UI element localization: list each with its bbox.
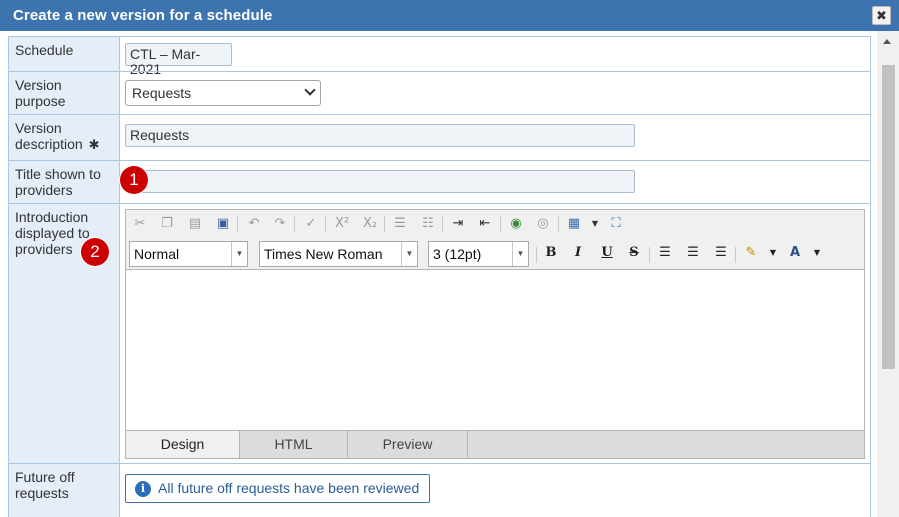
italic-icon[interactable]: I	[567, 243, 589, 263]
version-description-input[interactable]: Requests	[125, 124, 635, 147]
title-shown-label: Title shown to providers	[9, 161, 120, 203]
editor-content-area[interactable]	[126, 271, 864, 431]
introduction-row: Introduction displayed to providers ✂ ❐ …	[8, 203, 871, 463]
align-center-icon[interactable]: ☰	[682, 243, 704, 263]
version-purpose-select[interactable]: Requests	[125, 80, 321, 106]
tab-html[interactable]: HTML	[240, 431, 348, 458]
unordered-list-icon[interactable]: ☷	[417, 214, 439, 234]
font-select[interactable]: Times New Roman ▼	[259, 241, 418, 267]
chevron-down-icon[interactable]: ▼	[762, 243, 784, 263]
chevron-down-icon: ▼	[401, 242, 417, 266]
tab-design[interactable]: Design	[126, 431, 240, 458]
highlight-icon[interactable]: ✎	[740, 243, 762, 263]
superscript-icon[interactable]: X²	[331, 214, 353, 234]
paste-icon[interactable]: ▤	[184, 214, 206, 234]
scroll-up-icon[interactable]	[883, 39, 891, 44]
spellcheck-icon[interactable]: ✓	[300, 214, 322, 234]
editor-toolbar: ✂ ❐ ▤ ▣ ↶ ↷ ✓ X² X₂ ☰ ☷ ⇥ ⇤ ◉ ◎ ▦ ▼ ⛶ No…	[126, 210, 864, 270]
future-off-label: Future off requests	[9, 464, 120, 517]
indent-icon[interactable]: ⇥	[447, 214, 469, 234]
editor-mode-tabs: Design HTML Preview	[126, 430, 864, 458]
chevron-down-icon: ▼	[231, 242, 247, 266]
remove-link-icon[interactable]: ◎	[532, 214, 554, 234]
fullscreen-icon[interactable]: ⛶	[605, 214, 627, 234]
info-icon: i	[135, 481, 151, 497]
underline-icon[interactable]: U	[596, 243, 618, 263]
scrollbar-thumb[interactable]	[882, 65, 895, 369]
version-purpose-label: Version purpose	[9, 72, 120, 114]
align-right-icon[interactable]: ☰	[710, 243, 732, 263]
schedule-field: CTL – Mar-2021	[125, 43, 232, 77]
copy-icon[interactable]: ❐	[156, 214, 178, 234]
form-area: Schedule CTL – Mar-2021 Version purpose …	[0, 31, 877, 517]
schedule-row: Schedule CTL – Mar-2021	[8, 36, 871, 77]
insert-table-icon[interactable]: ▦	[563, 214, 585, 234]
ordered-list-icon[interactable]: ☰	[389, 214, 411, 234]
required-icon: ✱	[88, 137, 100, 152]
strikethrough-icon[interactable]: S	[623, 243, 645, 263]
vertical-scrollbar[interactable]	[877, 31, 899, 517]
outdent-icon[interactable]: ⇤	[474, 214, 496, 234]
cut-icon[interactable]: ✂	[129, 214, 151, 234]
schedule-label: Schedule	[9, 37, 120, 71]
bold-icon[interactable]: B	[540, 243, 562, 263]
step-badge-2: 2	[81, 238, 109, 266]
dialog-titlebar: Create a new version for a schedule ✖	[0, 0, 899, 31]
close-icon[interactable]: ✖	[872, 6, 891, 25]
rich-text-editor: ✂ ❐ ▤ ▣ ↶ ↷ ✓ X² X₂ ☰ ☷ ⇥ ⇤ ◉ ◎ ▦ ▼ ⛶ No…	[125, 209, 865, 459]
future-off-row: Future off requests i All future off req…	[8, 463, 871, 517]
insert-link-icon[interactable]: ◉	[505, 214, 527, 234]
align-left-icon[interactable]: ☰	[654, 243, 676, 263]
version-purpose-selected: Requests	[132, 85, 192, 101]
font-color-icon[interactable]: A	[784, 243, 806, 263]
redo-icon[interactable]: ↷	[269, 214, 291, 234]
chevron-down-icon: ▼	[512, 242, 528, 266]
step-badge-1: 1	[120, 166, 148, 194]
future-off-reviewed-button[interactable]: i All future off requests have been revi…	[125, 474, 431, 503]
version-description-row: Version description ✱ Requests	[8, 114, 871, 160]
tab-preview[interactable]: Preview	[348, 431, 468, 458]
paste-word-icon[interactable]: ▣	[212, 214, 234, 234]
title-shown-input[interactable]	[125, 170, 635, 193]
version-description-label: Version description ✱	[9, 115, 120, 160]
undo-icon[interactable]: ↶	[243, 214, 265, 234]
chevron-down-icon	[304, 84, 316, 96]
format-select[interactable]: Normal ▼	[129, 241, 248, 267]
version-purpose-row: Version purpose Requests	[8, 71, 871, 114]
font-size-select[interactable]: 3 (12pt) ▼	[428, 241, 529, 267]
subscript-icon[interactable]: X₂	[359, 214, 381, 234]
chevron-down-icon[interactable]: ▼	[584, 214, 606, 234]
dialog-title: Create a new version for a schedule	[13, 7, 273, 24]
chevron-down-icon[interactable]: ▼	[806, 243, 828, 263]
